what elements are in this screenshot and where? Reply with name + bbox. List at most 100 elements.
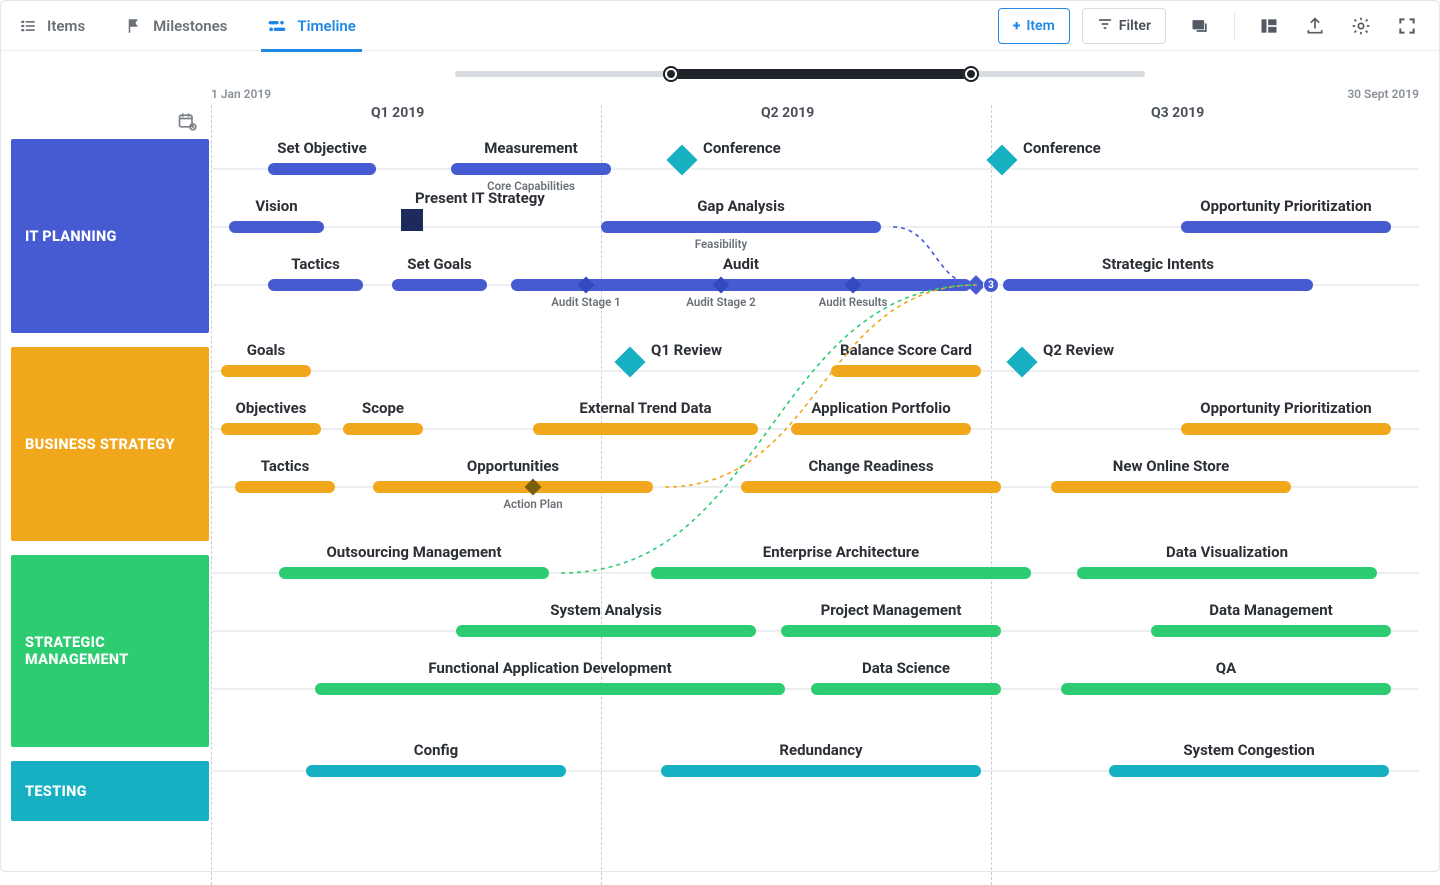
timeline-bar[interactable]: [1077, 567, 1377, 579]
scrubber-selection[interactable]: [671, 69, 971, 79]
bar-label: Data Management: [1209, 601, 1332, 619]
timeline-bar[interactable]: [221, 365, 311, 377]
bar-label: Project Management: [821, 601, 962, 619]
timeline-bar[interactable]: [533, 423, 758, 435]
bar-label: Audit: [723, 255, 759, 273]
timeline-bar[interactable]: [1181, 423, 1391, 435]
timeline-bar[interactable]: [661, 765, 981, 777]
timeline-bar[interactable]: [1003, 279, 1313, 291]
group-header[interactable]: TESTING: [11, 761, 209, 821]
timeline-bar[interactable]: [651, 567, 1031, 579]
card-view-icon[interactable]: [1188, 14, 1212, 38]
milestone-diamond-icon[interactable]: [1006, 346, 1037, 377]
bar-label: Opportunities: [467, 457, 559, 475]
timeline-bar[interactable]: [343, 423, 423, 435]
timeline-bar[interactable]: [831, 365, 981, 377]
quarter-header: Q1 2019Q2 2019Q3 2019: [211, 105, 1419, 131]
timeline-bar[interactable]: [235, 481, 335, 493]
quarter-label: Q3 2019: [1151, 105, 1204, 121]
quarter-label: Q2 2019: [761, 105, 814, 121]
bar-label: Config: [414, 741, 458, 759]
group-header[interactable]: BUSINESS STRATEGY: [11, 347, 209, 541]
fullscreen-icon[interactable]: [1395, 14, 1419, 38]
timeline-bar[interactable]: [221, 423, 321, 435]
dependency-badge[interactable]: 1: [885, 219, 901, 235]
timeline-row: Objectives Scope External Trend Data Applic…: [211, 399, 1419, 457]
group-header[interactable]: STRATEGIC MANAGEMENT: [11, 555, 209, 747]
time-scrubber[interactable]: [455, 69, 1145, 79]
group-header[interactable]: IT PLANNING: [11, 139, 209, 333]
milestone-label: Conference: [703, 139, 781, 157]
bar-label: Functional Application Development: [428, 659, 671, 677]
scrubber-handle-right[interactable]: [963, 66, 979, 82]
bar-label: External Trend Data: [579, 399, 711, 417]
bar-label: Objectives: [236, 399, 307, 417]
bar-label: New Online Store: [1113, 457, 1229, 475]
separator: [1234, 13, 1235, 39]
scrubber-handle-left[interactable]: [663, 66, 679, 82]
timeline-row: ConfigRedundancySystem Congestion: [211, 741, 1419, 799]
list-icon: [19, 17, 37, 35]
filter-label: Filter: [1119, 18, 1151, 34]
milestone-label: Conference: [1023, 139, 1101, 157]
timeline-bar[interactable]: [392, 279, 487, 291]
timeline-row: Set ObjectiveMeasurementCore Capabilitie…: [211, 139, 1419, 197]
bar-sublabel: Audit Results: [819, 295, 888, 309]
bar-label: System Congestion: [1183, 741, 1314, 759]
bar-sublabel: Action Plan: [503, 497, 562, 511]
timeline-bar[interactable]: [279, 567, 549, 579]
timeline-bar[interactable]: [268, 279, 363, 291]
milestone-diamond-icon[interactable]: [614, 346, 645, 377]
calendar-settings-icon[interactable]: [177, 111, 197, 135]
export-icon[interactable]: [1303, 14, 1327, 38]
timeline-bar[interactable]: [456, 625, 756, 637]
milestone-label: Q2 Review: [1043, 341, 1114, 359]
group-column: IT PLANNINGBUSINESS STRATEGYSTRATEGIC MA…: [11, 139, 209, 835]
timeline-bar[interactable]: [268, 163, 376, 175]
timeline-bar[interactable]: [229, 221, 324, 233]
timeline-bar[interactable]: [1061, 683, 1391, 695]
timeline-bar[interactable]: [781, 625, 1001, 637]
tab-items[interactable]: Items: [13, 1, 91, 51]
timeline-row: TacticsSet GoalsAuditAudit Stage 1Audit …: [211, 255, 1419, 313]
bar-label: Opportunity Prioritization: [1200, 197, 1371, 215]
bar-label: Application Portfolio: [811, 399, 950, 417]
bar-label: Tactics: [291, 255, 340, 273]
dependency-badge[interactable]: 3: [983, 277, 999, 293]
timeline-bar[interactable]: [306, 765, 566, 777]
timeline-bar[interactable]: [1181, 221, 1391, 233]
timeline-bar[interactable]: [601, 221, 881, 233]
timeline-bar[interactable]: [373, 481, 653, 493]
timeline-row: Functional Application DevelopmentData S…: [211, 659, 1419, 717]
filter-button[interactable]: Filter: [1082, 8, 1166, 44]
bar-sublabel: Feasibility: [695, 237, 747, 251]
tab-timeline[interactable]: Timeline: [261, 1, 361, 51]
bar-label: Scope: [362, 399, 404, 417]
milestone-square-icon[interactable]: [401, 209, 423, 231]
panel-left-icon[interactable]: [1257, 14, 1281, 38]
bar-sublabel: Audit Stage 1: [551, 295, 620, 309]
add-item-button[interactable]: + Item: [998, 8, 1070, 44]
timeline-bar[interactable]: [811, 683, 1001, 695]
bar-label: System Analysis: [550, 601, 662, 619]
row-track: [211, 168, 1419, 170]
milestone-diamond-icon[interactable]: [986, 144, 1017, 175]
timeline-bar[interactable]: [1151, 625, 1391, 637]
dependency-badge[interactable]: 1: [657, 479, 673, 495]
timeline-bar[interactable]: [741, 481, 1001, 493]
timeline-bar[interactable]: [315, 683, 785, 695]
timeline-body: 1 Jan 2019 30 Sept 2019 Q1 2019Q2 2019Q3…: [1, 51, 1439, 871]
plus-icon: +: [1013, 18, 1020, 34]
milestone-diamond-icon[interactable]: [666, 144, 697, 175]
bar-label: Measurement: [484, 139, 577, 157]
dependency-badge[interactable]: 1: [553, 565, 569, 581]
timeline-bar[interactable]: [451, 163, 611, 175]
bar-label: Vision: [255, 197, 297, 215]
timeline-bar[interactable]: [791, 423, 971, 435]
bar-sublabel: Core Capabilities: [487, 179, 575, 193]
gear-icon[interactable]: [1349, 14, 1373, 38]
timeline-bar[interactable]: [1051, 481, 1291, 493]
tab-milestones[interactable]: Milestones: [119, 1, 233, 51]
flag-icon: [125, 17, 143, 35]
timeline-bar[interactable]: [1109, 765, 1389, 777]
